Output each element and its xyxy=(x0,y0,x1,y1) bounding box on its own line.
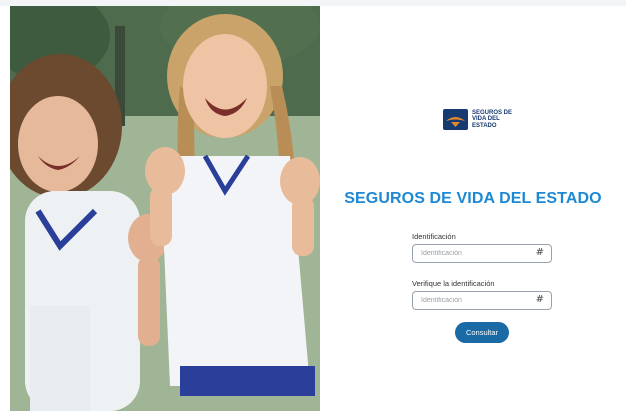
hero-illustration xyxy=(10,6,320,411)
hash-icon: # xyxy=(535,247,544,258)
verificar-identificacion-input[interactable] xyxy=(421,292,531,309)
brand-logo: SEGUROS DE VIDA DEL ESTADO xyxy=(443,109,522,130)
verificar-identificacion-label: Verifique la identificación xyxy=(412,279,495,288)
logo-text: SEGUROS DE VIDA DEL ESTADO xyxy=(472,109,513,129)
consultar-button[interactable]: Consultar xyxy=(455,322,509,343)
hash-icon: # xyxy=(535,294,544,305)
identificacion-field[interactable]: # xyxy=(412,244,552,263)
identificacion-label: Identificación xyxy=(412,232,456,241)
page-title: SEGUROS DE VIDA DEL ESTADO xyxy=(344,190,602,207)
login-form-area: SEGUROS DE VIDA DEL ESTADO SEGUROS DE VI… xyxy=(320,6,626,411)
identificacion-input[interactable] xyxy=(421,245,531,262)
logo-emblem-icon xyxy=(443,109,468,130)
login-page: SEGUROS DE VIDA DEL ESTADO SEGUROS DE VI… xyxy=(0,0,626,411)
verificar-identificacion-field[interactable]: # xyxy=(412,291,552,310)
hero-image xyxy=(10,6,320,411)
